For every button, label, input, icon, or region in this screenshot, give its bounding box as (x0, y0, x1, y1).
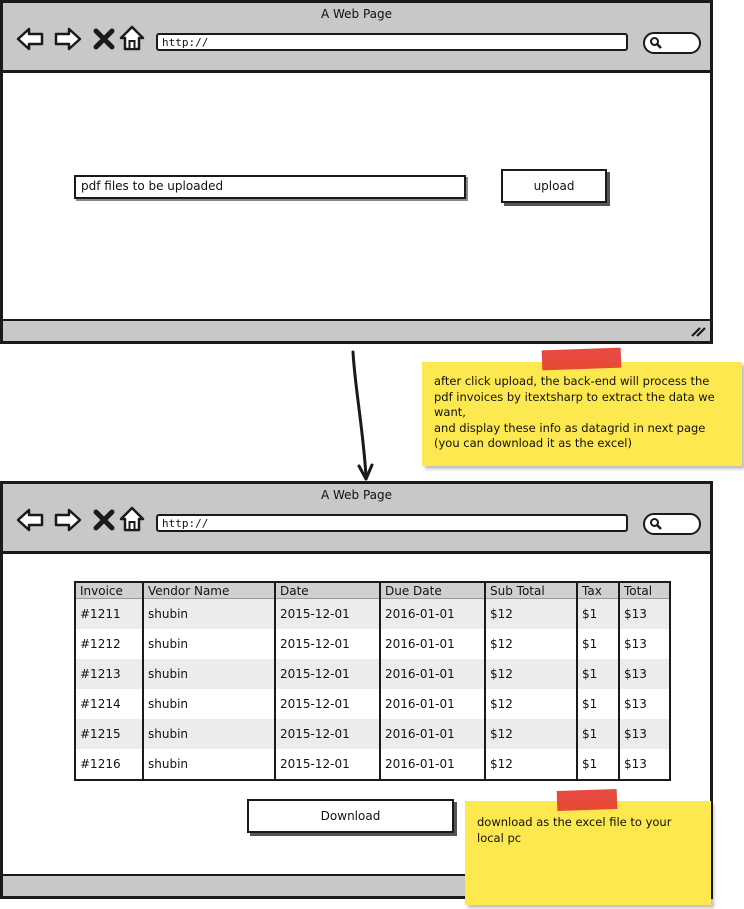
cell-total: $13 (618, 659, 670, 689)
cell-due-date: 2016-01-01 (379, 659, 485, 689)
cell-tax: $1 (576, 719, 619, 749)
cell-date: 2015-12-01 (274, 749, 380, 780)
search-icon (650, 518, 662, 530)
cell-due-date: 2016-01-01 (379, 719, 485, 749)
column-header-vendor-name[interactable]: Vendor Name (142, 582, 275, 599)
cell-vendor-name: shubin (142, 689, 275, 719)
cell-total: $13 (618, 719, 670, 749)
cell-vendor-name: shubin (142, 749, 275, 780)
download-button[interactable]: Download (247, 799, 454, 833)
column-header-due-date[interactable]: Due Date (379, 582, 485, 599)
note-line: and display these info as datagrid in ne… (434, 420, 706, 435)
cell-date: 2015-12-01 (274, 659, 380, 689)
table-row[interactable]: #1211 shubin 2015-12-01 2016-01-01 $12 $… (75, 598, 670, 629)
sticky-note-process: after click upload, the back-end will pr… (422, 362, 742, 466)
note-line: local pc (477, 830, 522, 845)
cell-total: $13 (618, 629, 670, 659)
cell-due-date: 2016-01-01 (379, 749, 485, 780)
cell-tax: $1 (576, 598, 619, 629)
cell-vendor-name: shubin (142, 598, 275, 629)
forward-arrow-icon[interactable] (54, 506, 82, 534)
column-header-sub-total[interactable]: Sub Total (484, 582, 577, 599)
invoice-datagrid: Invoice Vendor Name Date Due Date Sub To… (74, 581, 671, 781)
cell-total: $13 (618, 689, 670, 719)
sticky-note-download: download as the excel file to your local… (465, 801, 711, 905)
url-input[interactable]: http:// (156, 33, 628, 51)
cell-total: $13 (618, 749, 670, 780)
cell-vendor-name: shubin (142, 629, 275, 659)
cell-invoice: #1211 (75, 598, 143, 629)
window-title: A Web Page (320, 488, 393, 502)
cell-tax: $1 (576, 659, 619, 689)
cell-date: 2015-12-01 (274, 719, 380, 749)
search-icon (650, 37, 662, 49)
cell-vendor-name: shubin (142, 659, 275, 689)
url-input[interactable]: http:// (156, 514, 628, 532)
browser-window-upload: A Web Page http:// pdf files to be uploa… (0, 0, 713, 344)
cell-tax: $1 (576, 749, 619, 780)
home-icon[interactable] (118, 24, 146, 52)
search-box[interactable] (643, 513, 701, 535)
note-line: download as the excel file to your (477, 815, 672, 829)
cell-invoice: #1213 (75, 659, 143, 689)
stop-icon[interactable] (91, 506, 119, 534)
note-line: want, (434, 405, 466, 419)
tape-strip (541, 347, 622, 371)
cell-sub-total: $12 (484, 659, 577, 689)
file-path-field[interactable]: pdf files to be uploaded (74, 175, 466, 199)
cell-invoice: #1212 (80, 637, 121, 651)
cell-invoice: #1215 (75, 719, 143, 749)
cell-date: 2015-12-01 (274, 629, 380, 659)
table-row[interactable]: #1215 shubin 2015-12-01 2016-01-01 $12 $… (75, 719, 670, 749)
home-icon[interactable] (118, 505, 146, 533)
upload-button[interactable]: upload (501, 169, 607, 203)
cell-vendor-name: shubin (142, 719, 275, 749)
status-bar (3, 319, 710, 341)
flow-arrow (351, 350, 374, 481)
column-header-invoice[interactable]: Invoice (75, 582, 143, 599)
note-line: (you can download it as the excel) (434, 436, 632, 450)
search-box[interactable] (643, 32, 701, 54)
back-arrow-icon[interactable] (16, 506, 44, 534)
cell-sub-total: $12 (484, 749, 577, 780)
browser-toolbar: A Web Page http:// (3, 484, 710, 554)
cell-invoice: #1214 (80, 697, 121, 711)
cell-sub-total: $12 (484, 629, 577, 659)
cell-invoice: #1216 (80, 757, 121, 771)
column-header-total[interactable]: Total (618, 582, 670, 599)
resize-grip-icon[interactable] (690, 324, 706, 338)
table-row[interactable]: #1214 shubin 2015-12-01 2016-01-01 $12 $… (75, 689, 670, 719)
forward-arrow-icon[interactable] (54, 25, 82, 53)
table-row[interactable]: #1213 shubin 2015-12-01 2016-01-01 $12 $… (75, 659, 670, 689)
table-header-row: Invoice Vendor Name Date Due Date Sub To… (75, 582, 670, 599)
cell-sub-total: $12 (484, 719, 577, 749)
cell-sub-total: $12 (484, 689, 577, 719)
cell-due-date: 2016-01-01 (379, 598, 485, 629)
cell-date: 2015-12-01 (274, 689, 380, 719)
stop-icon[interactable] (91, 25, 119, 53)
table-row[interactable]: #1212 shubin 2015-12-01 2016-01-01 $12 $… (75, 629, 670, 659)
cell-total: $13 (618, 598, 670, 629)
cell-tax: $1 (576, 689, 619, 719)
note-line: pdf invoices by itextsharp to extract th… (434, 389, 715, 404)
cell-due-date: 2016-01-01 (379, 629, 485, 659)
cell-sub-total: $12 (484, 598, 577, 629)
cell-tax: $1 (576, 629, 619, 659)
note-line: after click upload, the back-end will pr… (434, 374, 710, 388)
column-header-date[interactable]: Date (274, 582, 380, 599)
tape-strip (556, 788, 618, 812)
back-arrow-icon[interactable] (16, 25, 44, 53)
window-title: A Web Page (320, 7, 393, 21)
column-header-tax[interactable]: Tax (576, 582, 619, 599)
table-row[interactable]: #1216 shubin 2015-12-01 2016-01-01 $12 $… (75, 749, 670, 780)
cell-date: 2015-12-01 (274, 598, 380, 629)
cell-due-date: 2016-01-01 (379, 689, 485, 719)
browser-toolbar: A Web Page http:// (3, 3, 710, 73)
